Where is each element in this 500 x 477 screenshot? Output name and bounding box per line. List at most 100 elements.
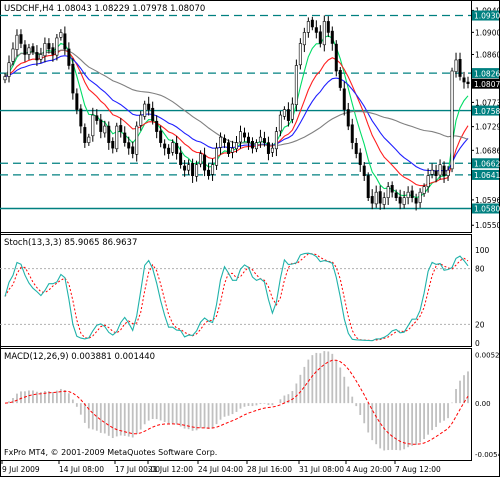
candle-body [59, 32, 63, 38]
price-level-label: 1.07582 [474, 107, 500, 116]
current-price-label: 1.08070 [474, 80, 500, 89]
stochastic-tick-label: 0 [475, 339, 480, 348]
price-level-label: 1.05804 [474, 205, 500, 214]
candle-body [43, 43, 47, 57]
candle-body [199, 153, 203, 165]
candle-body [298, 43, 302, 66]
candle-body [83, 127, 87, 143]
candle-body [398, 196, 402, 204]
candle-body [274, 131, 278, 150]
candle-body [410, 190, 414, 199]
candle-body [167, 147, 171, 154]
candle-body [23, 44, 27, 55]
candle-body [183, 165, 187, 171]
candle-body [466, 81, 470, 84]
candle-body [378, 191, 382, 204]
candle-body [366, 175, 370, 199]
candle-body [306, 21, 310, 33]
candle-body [131, 146, 135, 154]
candle-body [231, 147, 235, 153]
time-tick-label: 21 Jul 12:00 [148, 465, 193, 474]
candle-body [454, 59, 458, 72]
candle-body [63, 33, 67, 50]
candle-body [406, 191, 410, 199]
candle-body [39, 54, 43, 60]
price-tick-label: 1.09002 [475, 28, 500, 37]
candle-body [175, 142, 179, 154]
candle-body [250, 140, 254, 149]
candle-body [135, 125, 139, 155]
candle-body [390, 185, 394, 193]
candle-body [55, 37, 59, 56]
candle-body [7, 62, 11, 77]
candle-body [358, 152, 362, 165]
candle-body [318, 31, 322, 44]
candle-body [71, 63, 75, 94]
candle-body [450, 70, 454, 170]
candle-body [402, 197, 406, 205]
price-tick-label: 1.07290 [475, 123, 500, 132]
candle-body [235, 142, 239, 150]
price-tick-label: 1.05500 [475, 221, 500, 230]
candle-body [227, 142, 231, 154]
candle-body [270, 147, 274, 153]
stochastic-tick-label: 80 [475, 265, 485, 274]
candle-body [442, 165, 446, 176]
candle-body [462, 77, 466, 83]
candle-body [310, 19, 314, 28]
time-tick-label: 9 Jul 2009 [2, 465, 40, 474]
copyright-text: FxPro MT4, © 2001-2009 MetaQuotes Softwa… [4, 448, 217, 457]
candle-body [362, 165, 366, 176]
candle-body [211, 164, 215, 175]
candle-body [171, 142, 175, 153]
candle-body [111, 140, 115, 149]
candle-body [47, 43, 51, 50]
candle-body [203, 154, 207, 171]
candle-body [87, 136, 91, 143]
candle-body [434, 170, 438, 176]
price-level-label: 1.09307 [474, 12, 500, 21]
candle-body [418, 191, 422, 203]
candle-body [151, 107, 155, 121]
time-tick-label: 7 Aug 12:00 [395, 465, 441, 474]
candle-body [374, 191, 378, 205]
candle-body [258, 136, 262, 143]
candle-body [179, 152, 183, 165]
candle-body [334, 43, 338, 72]
candle-body [75, 93, 79, 110]
candle-body [155, 120, 159, 132]
price-level-label: 1.08262 [474, 69, 500, 78]
candle-body [215, 147, 219, 166]
candle-body [350, 124, 354, 143]
candle-body [326, 21, 330, 33]
candle-body [262, 138, 266, 143]
candle-body [354, 142, 358, 154]
candle-body [207, 169, 211, 176]
candle-body [330, 30, 334, 44]
stochastic-tick-label: 20 [475, 320, 485, 329]
candle-body [99, 119, 103, 132]
candle-body [79, 108, 83, 127]
candle-body [238, 131, 242, 143]
candle-body [370, 196, 374, 204]
candle-body [382, 197, 386, 205]
candle-body [414, 198, 418, 204]
candle-body [254, 142, 258, 150]
macd-tick-label: 0.00 [475, 400, 491, 408]
time-tick-label: 4 Aug 20:00 [346, 465, 392, 474]
candle-body [386, 186, 390, 199]
time-tick-label: 24 Jul 04:00 [198, 465, 243, 474]
candle-body [342, 88, 346, 110]
candle-body [163, 143, 167, 149]
candle-body [246, 136, 250, 143]
candle-body [422, 186, 426, 194]
candle-body [446, 169, 450, 176]
candle-body [242, 132, 246, 138]
candle-body [394, 192, 398, 199]
stochastic-panel-title: Stoch(13,3,3) 85.9065 86.9637 [4, 238, 137, 248]
candle-body [278, 114, 282, 132]
candle-body [119, 125, 123, 132]
candle-body [35, 52, 39, 61]
stochastic-tick-label: 100 [475, 246, 490, 255]
price-panel-title: USDCHF,H4 1.08043 1.08229 1.07978 1.0807… [4, 4, 205, 14]
